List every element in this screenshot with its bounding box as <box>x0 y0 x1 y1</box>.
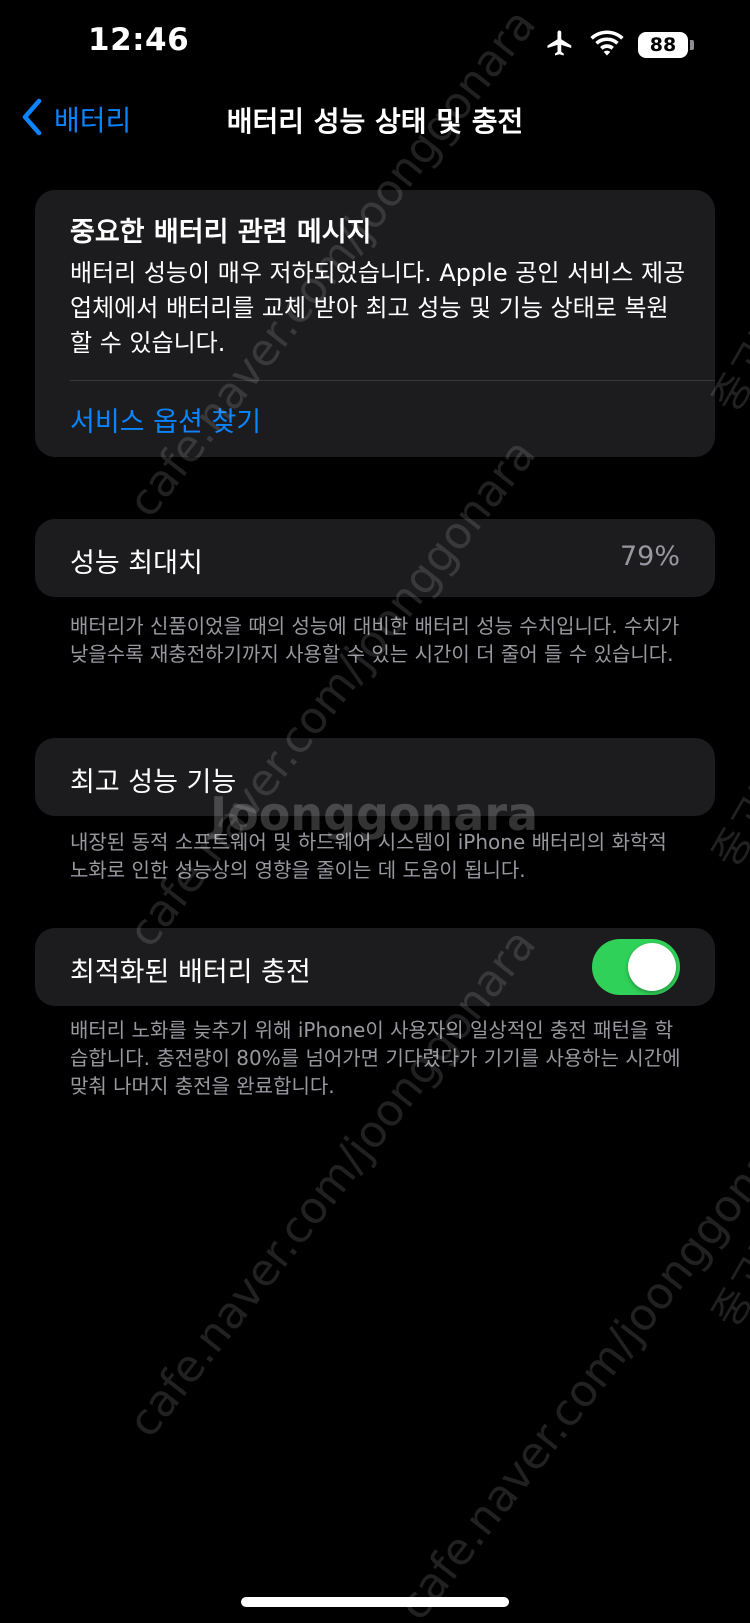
peak-performance-row: 최고 성능 기능 <box>35 738 715 816</box>
maximum-capacity-footnote: 배터리가 신품이었을 때의 성능에 대비한 배터리 성능 수치입니다. 수치가 … <box>70 614 680 666</box>
battery-icon: 88 <box>638 32 694 58</box>
status-bar: 12:46 88 <box>0 0 750 90</box>
optimized-charging-label: 최적화된 배터리 충전 <box>70 957 311 988</box>
home-indicator[interactable] <box>241 1597 509 1607</box>
peak-performance-footnote: 내장된 동적 소프트웨어 및 하드웨어 시스템이 iPhone 배터리의 화학적… <box>70 830 667 882</box>
watermark-korean: 중고나라 <box>704 1185 750 1335</box>
status-icons: 88 <box>544 28 694 62</box>
important-message-title: 중요한 배터리 관련 메시지 <box>70 217 372 248</box>
find-service-options-link[interactable]: 서비스 옵션 찾기 <box>70 400 261 439</box>
battery-cap <box>690 40 694 50</box>
maximum-capacity-value: 79% <box>619 541 680 572</box>
important-message-body: 배터리 성능이 매우 저하되었습니다. Apple 공인 서비스 제공업체에서 … <box>70 259 686 357</box>
optimized-charging-row: 최적화된 배터리 충전 <box>35 928 715 1006</box>
divider <box>70 380 715 381</box>
maximum-capacity-label: 성능 최대치 <box>70 548 203 579</box>
page-title: 배터리 성능 상태 및 충전 <box>226 105 524 138</box>
navigation-bar: 배터리 배터리 성능 상태 및 충전 <box>0 90 750 150</box>
peak-performance-label: 최고 성능 기능 <box>70 767 237 798</box>
optimized-charging-toggle[interactable] <box>592 939 680 995</box>
important-message-card: 중요한 배터리 관련 메시지 배터리 성능이 매우 저하되었습니다. Apple… <box>35 190 715 457</box>
wifi-icon <box>590 30 624 60</box>
airplane-icon <box>544 28 576 62</box>
battery-level: 88 <box>638 32 688 58</box>
maximum-capacity-row: 성능 최대치 79% <box>35 519 715 597</box>
optimized-charging-footnote: 배터리 노화를 늦추기 위해 iPhone이 사용자의 일상적인 충전 패턴을 … <box>70 1018 681 1098</box>
toggle-knob <box>628 943 676 991</box>
status-time: 12:46 <box>88 22 190 58</box>
watermark-url: cafe.naver.com/joonggonara <box>388 1103 750 1623</box>
